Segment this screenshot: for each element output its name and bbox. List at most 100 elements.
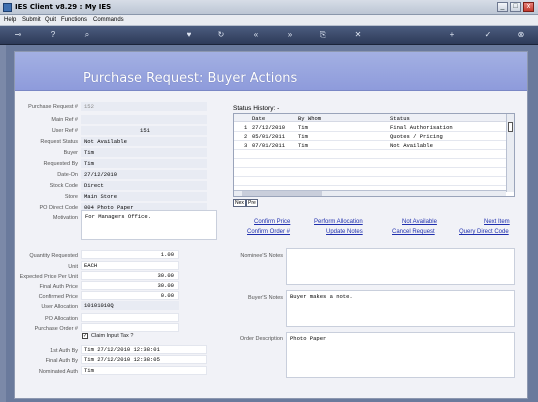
scroll-thumb[interactable] bbox=[242, 191, 322, 196]
table-row bbox=[234, 159, 506, 168]
label-purchase-request: Purchase Request # bbox=[28, 104, 78, 110]
scroll-thumb[interactable] bbox=[508, 122, 513, 132]
not-available-link[interactable]: Not Available bbox=[402, 219, 437, 225]
table-row bbox=[234, 150, 506, 159]
row-status: Not Available bbox=[390, 142, 433, 149]
label-order-description: Order Description bbox=[239, 336, 283, 342]
help-icon[interactable]: ? bbox=[48, 30, 58, 40]
unit-field[interactable]: EACH bbox=[81, 261, 179, 270]
final-auth-price-field[interactable]: 30.00 bbox=[81, 281, 179, 290]
user-allocation-field[interactable]: 10101010Q bbox=[81, 301, 179, 310]
row-status: Quotes / Pricing bbox=[390, 133, 443, 140]
row-date: 05/01/2011 bbox=[252, 133, 286, 140]
copy-icon[interactable]: ⎘ bbox=[318, 30, 328, 40]
grid-horizontal-scrollbar[interactable] bbox=[234, 190, 506, 196]
title-bar: IES Client v8.29 : My IES _ □ x bbox=[0, 0, 538, 15]
prev-page-button[interactable]: Pre bbox=[246, 199, 258, 207]
col-by-whom: By Whom bbox=[298, 115, 322, 122]
label-nominated-auth: Nominated Auth bbox=[38, 369, 78, 375]
label-buyer-notes: Buyer'S Notes bbox=[248, 295, 283, 301]
label-store: Store bbox=[64, 194, 78, 200]
status-history-grid: Date By Whom Status 1 27/12/2010 Tim Fin… bbox=[233, 113, 515, 197]
table-row[interactable]: 2 05/01/2011 Tim Quotes / Pricing bbox=[234, 132, 506, 141]
claim-input-tax-label: Claim Input Tax ? bbox=[91, 333, 134, 339]
stock-code-field: Direct bbox=[81, 181, 207, 190]
page-banner: Purchase Request: Buyer Actions bbox=[15, 52, 527, 91]
expected-price-field[interactable]: 30.00 bbox=[81, 271, 179, 280]
refresh-icon[interactable]: ↻ bbox=[216, 30, 226, 40]
label-user-ref: User Ref # bbox=[51, 128, 78, 134]
quantity-requested-field[interactable]: 1.00 bbox=[81, 250, 179, 259]
confirm-order-link[interactable]: Confirm Order # bbox=[247, 229, 290, 235]
label-date-on: Date-On bbox=[57, 172, 78, 178]
menu-submit[interactable]: Submit bbox=[22, 17, 41, 23]
row-by: Tim bbox=[298, 133, 308, 140]
add-icon[interactable]: + bbox=[447, 30, 457, 40]
left-rail bbox=[0, 45, 6, 402]
grid-header: Date By Whom Status bbox=[234, 114, 506, 122]
label-purchase-order: Purchase Order # bbox=[34, 326, 78, 332]
table-row[interactable]: 3 07/01/2011 Tim Not Available bbox=[234, 141, 506, 150]
table-row[interactable]: 1 27/12/2010 Tim Final Authorisation bbox=[234, 123, 506, 132]
key-icon[interactable]: ⊸ bbox=[9, 30, 27, 40]
minimize-button[interactable]: _ bbox=[497, 2, 508, 12]
row-by: Tim bbox=[298, 124, 308, 131]
search-icon[interactable]: ⌕ bbox=[82, 30, 92, 40]
menu-quit[interactable]: Quit bbox=[45, 17, 56, 23]
row-number: 3 bbox=[244, 142, 248, 149]
label-stock-code: Stock Code bbox=[49, 183, 78, 189]
label-buyer: Buyer bbox=[63, 150, 78, 156]
label-confirmed-price: Confirmed Price bbox=[38, 294, 78, 300]
label-expected-price: Expected Price Per Unit bbox=[19, 274, 78, 280]
back-icon[interactable]: « bbox=[251, 30, 261, 40]
menu-functions[interactable]: Functions bbox=[61, 17, 87, 23]
confirm-icon[interactable]: ✓ bbox=[483, 30, 493, 40]
col-status: Status bbox=[390, 115, 410, 122]
po-allocation-field[interactable] bbox=[81, 313, 179, 322]
request-status-field: Not Available bbox=[81, 137, 207, 146]
confirm-price-link[interactable]: Confirm Price bbox=[254, 219, 290, 225]
toolbar: ⊸ ? ⌕ ♥ ↻ « » ⎘ ✕ + ✓ ⊗ bbox=[0, 26, 538, 45]
next-page-button[interactable]: Nex bbox=[233, 199, 246, 207]
close-record-icon[interactable]: ✕ bbox=[353, 30, 363, 40]
main-panel: Purchase Request: Buyer Actions Purchase… bbox=[14, 51, 528, 399]
final-auth-by-field: Tim 27/12/2010 12:38:05 bbox=[81, 355, 207, 364]
table-row bbox=[234, 177, 506, 186]
label-quantity-requested: Quantity Requested bbox=[29, 253, 78, 259]
confirmed-price-field[interactable]: 0.00 bbox=[81, 291, 179, 300]
row-status: Final Authorisation bbox=[390, 124, 453, 131]
perform-allocation-link[interactable]: Perform Allocation bbox=[314, 219, 363, 225]
heart-icon[interactable]: ♥ bbox=[184, 30, 194, 40]
claim-input-tax-checkbox[interactable]: ✓ bbox=[82, 333, 88, 339]
grid-vertical-scrollbar[interactable] bbox=[506, 114, 514, 192]
app-icon bbox=[3, 3, 12, 12]
menu-commands[interactable]: Commands bbox=[93, 17, 124, 23]
label-first-auth-by: 1st Auth By bbox=[50, 348, 78, 354]
label-requested-by: Requested By bbox=[43, 161, 78, 167]
main-ref-field[interactable] bbox=[81, 115, 207, 124]
user-ref-field[interactable]: 151 bbox=[81, 126, 207, 135]
purchase-request-field: 152 bbox=[81, 102, 207, 111]
forward-icon[interactable]: » bbox=[285, 30, 295, 40]
page-title: Purchase Request: Buyer Actions bbox=[83, 71, 298, 86]
first-auth-by-field: Tim 27/12/2010 12:38:01 bbox=[81, 345, 207, 354]
nominee-notes-textarea[interactable] bbox=[286, 248, 515, 285]
row-by: Tim bbox=[298, 142, 308, 149]
menu-help[interactable]: Help bbox=[4, 17, 16, 23]
label-user-allocation: User Allocation bbox=[41, 304, 78, 310]
table-row bbox=[234, 168, 506, 177]
label-final-auth-by: Final Auth By bbox=[45, 358, 78, 364]
order-description-textarea[interactable]: Photo Paper bbox=[286, 332, 515, 378]
query-direct-code-link[interactable]: Query Direct Code bbox=[459, 229, 509, 235]
exit-icon[interactable]: ⊗ bbox=[516, 30, 526, 40]
cancel-request-link[interactable]: Cancel Request bbox=[392, 229, 435, 235]
motivation-textarea[interactable]: For Managers Office. bbox=[81, 210, 217, 240]
next-item-link[interactable]: Next Item bbox=[484, 219, 510, 225]
purchase-order-field[interactable] bbox=[81, 323, 179, 332]
menu-bar: Help Submit Quit Functions Commands bbox=[0, 15, 538, 26]
restore-button[interactable]: □ bbox=[510, 2, 521, 12]
close-button[interactable]: x bbox=[523, 2, 534, 12]
buyer-notes-textarea[interactable]: Buyer makes a note. bbox=[286, 290, 515, 327]
update-notes-link[interactable]: Update Notes bbox=[326, 229, 363, 235]
status-history-title: Status History: - bbox=[233, 105, 280, 112]
